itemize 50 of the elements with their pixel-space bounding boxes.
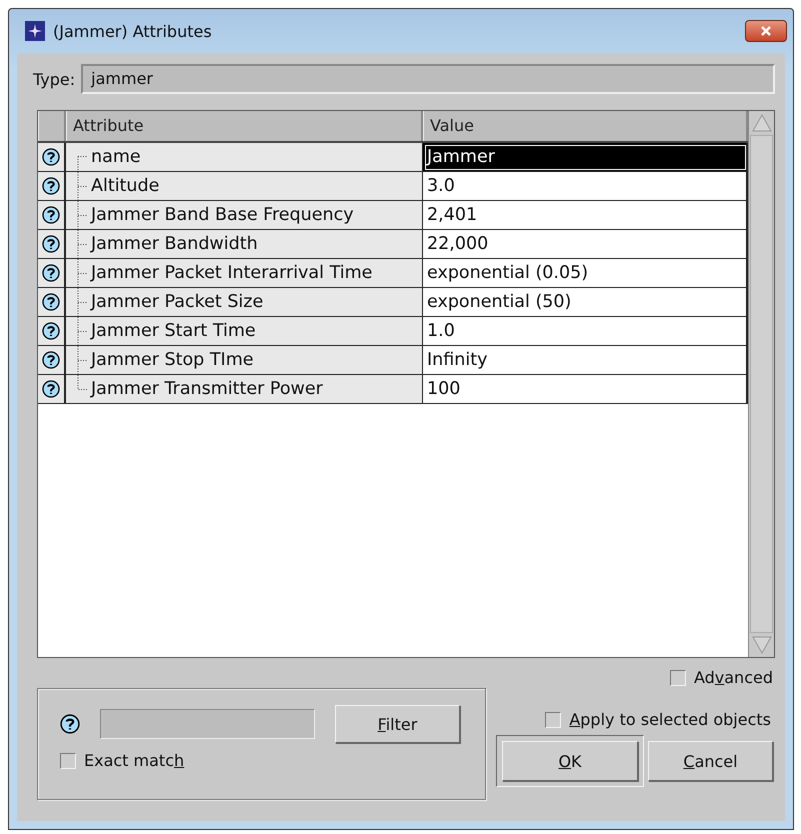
- help-icon[interactable]: [42, 264, 60, 282]
- value-cell[interactable]: 2,401: [423, 201, 748, 230]
- value-cell[interactable]: 22,000: [423, 230, 748, 259]
- attribute-name: Jammer Bandwidth: [91, 234, 258, 254]
- help-icon[interactable]: [42, 206, 60, 224]
- tree-connector: [77, 316, 88, 346]
- attribute-name: Jammer Packet Interarrival Time: [91, 263, 372, 283]
- filter-button[interactable]: Filter: [335, 705, 460, 743]
- checkbox-label[interactable]: Apply to selected objects: [569, 710, 771, 729]
- value-cell[interactable]: Jammer: [423, 143, 748, 172]
- type-field: jammer: [81, 64, 775, 94]
- type-label: Type:: [33, 70, 76, 88]
- close-button[interactable]: [745, 20, 787, 42]
- tree-connector: [77, 230, 88, 258]
- tree-connector: [77, 200, 88, 230]
- checkbox[interactable]: [545, 712, 562, 728]
- window-title: (Jammer) Attributes: [53, 22, 213, 40]
- checkbox-label[interactable]: Advanced: [694, 668, 773, 687]
- value-cell[interactable]: exponential (50): [423, 288, 748, 317]
- value-cell[interactable]: Infinity: [423, 346, 748, 375]
- value-cell[interactable]: 3.0: [423, 172, 748, 201]
- attribute-name: name: [91, 147, 141, 167]
- value-cell[interactable]: 100: [423, 375, 748, 404]
- attribute-name: Jammer Band Base Frequency: [91, 205, 354, 225]
- help-icon[interactable]: [42, 148, 60, 166]
- help-icon[interactable]: [42, 380, 60, 398]
- attribute-name: Altitude: [91, 176, 160, 196]
- checkbox[interactable]: [670, 670, 686, 686]
- filter-field[interactable]: [100, 709, 315, 739]
- attribute-name: Jammer Transmitter Power: [91, 379, 323, 399]
- checkbox-label[interactable]: Exact match: [84, 751, 184, 770]
- tree-connector: [77, 258, 88, 288]
- help-icon[interactable]: [42, 293, 60, 311]
- attribute-name: Jammer Stop TIme: [91, 350, 254, 370]
- star-icon: [25, 21, 45, 41]
- tree-connector: [77, 288, 88, 316]
- help-icon[interactable]: [42, 235, 60, 253]
- help-icon[interactable]: [60, 714, 80, 734]
- checkbox[interactable]: [60, 752, 76, 768]
- attribute-name: Jammer Start Time: [91, 321, 256, 341]
- column-header[interactable]: Attribute: [66, 111, 423, 141]
- attribute-name: Jammer Packet Size: [91, 292, 264, 312]
- help-icon[interactable]: [42, 177, 60, 195]
- help-icon[interactable]: [42, 351, 60, 369]
- value-cell[interactable]: 1.0: [423, 317, 748, 346]
- help-icon[interactable]: [42, 322, 60, 340]
- ok-button[interactable]: OK: [502, 741, 638, 781]
- value-cell[interactable]: exponential (0.05): [423, 259, 748, 288]
- close-icon[interactable]: [759, 26, 773, 36]
- cancel-button[interactable]: Cancel: [648, 741, 773, 781]
